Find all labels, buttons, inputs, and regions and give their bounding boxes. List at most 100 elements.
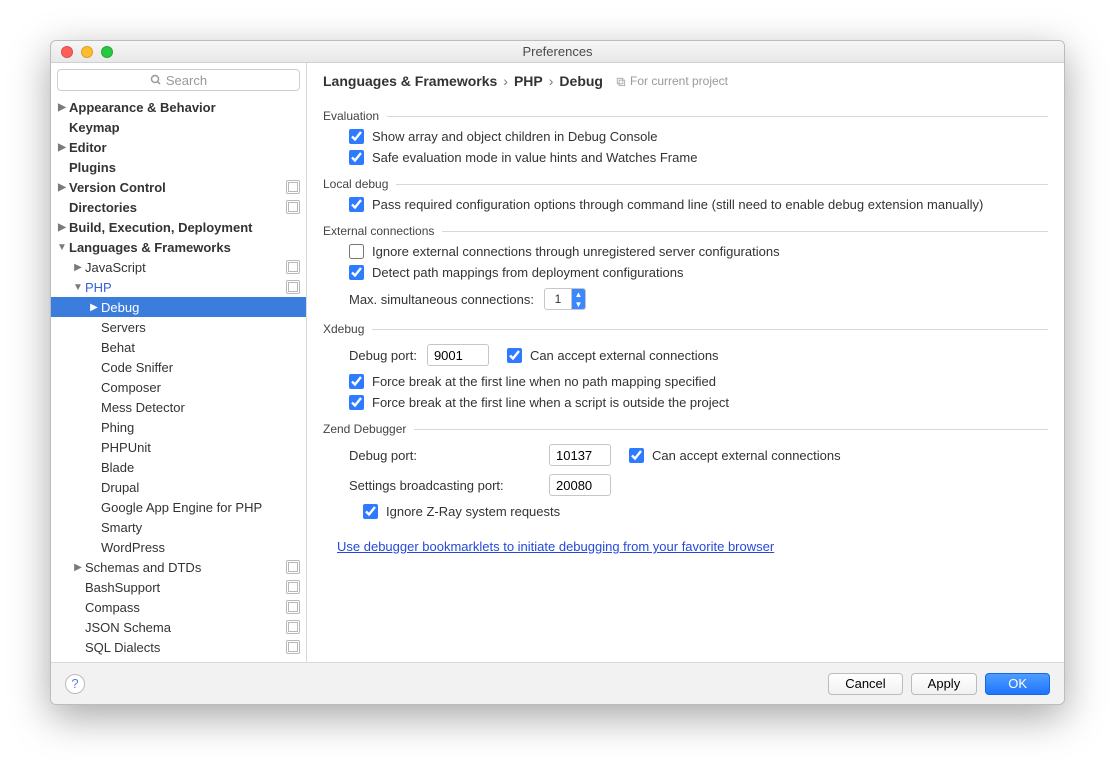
section-localdebug-title: Local debug	[323, 177, 388, 191]
tree-item-label: Build, Execution, Deployment	[69, 220, 252, 235]
tree-item-label: Directories	[69, 200, 137, 215]
zend-port-input[interactable]	[549, 444, 611, 466]
disclosure-icon: ▶	[57, 142, 67, 153]
cancel-button[interactable]: Cancel	[828, 673, 902, 695]
tree-item-label: Compass	[85, 600, 140, 615]
tree-item-label: PHPUnit	[101, 440, 151, 455]
tree-item-keymap[interactable]: Keymap	[51, 117, 306, 137]
tree-item-label: Google App Engine for PHP	[101, 500, 262, 515]
ok-button[interactable]: OK	[985, 673, 1050, 695]
tree-item-behat[interactable]: Behat	[51, 337, 306, 357]
tree-item-label: Debug	[101, 300, 139, 315]
bookmarklets-link[interactable]: Use debugger bookmarklets to initiate de…	[337, 539, 774, 554]
external-ignore-unregistered-checkbox[interactable]	[349, 244, 364, 259]
tree-item-phing[interactable]: Phing	[51, 417, 306, 437]
tree-item-schemas-and-dtds[interactable]: ▶Schemas and DTDs	[51, 557, 306, 577]
section-zend-title: Zend Debugger	[323, 422, 406, 436]
zend-broadcast-port-input[interactable]	[549, 474, 611, 496]
breadcrumb: Languages & Frameworks › PHP › Debug For…	[307, 63, 1064, 97]
tree-item-label: Code Sniffer	[101, 360, 173, 375]
tree-item-php[interactable]: ▼PHP	[51, 277, 306, 297]
settings-tree[interactable]: ▶Appearance & BehaviorKeymap▶EditorPlugi…	[51, 95, 306, 662]
search-icon	[150, 74, 162, 86]
tree-item-label: Plugins	[69, 160, 116, 175]
tree-item-label: Version Control	[69, 180, 166, 195]
tree-item-label: Drupal	[101, 480, 139, 495]
xdebug-port-input[interactable]	[427, 344, 489, 366]
tree-item-label: Languages & Frameworks	[69, 240, 231, 255]
tree-item-servers[interactable]: Servers	[51, 317, 306, 337]
tree-item-label: Appearance & Behavior	[69, 100, 216, 115]
sidebar: Search ▶Appearance & BehaviorKeymap▶Edit…	[51, 63, 307, 662]
disclosure-icon: ▶	[73, 562, 83, 573]
eval-show-children-checkbox[interactable]	[349, 129, 364, 144]
local-pass-config-checkbox[interactable]	[349, 197, 364, 212]
eval-safe-mode-checkbox[interactable]	[349, 150, 364, 165]
footer: ? Cancel Apply OK	[51, 662, 1064, 704]
disclosure-icon: ▶	[57, 102, 67, 113]
project-scope-icon	[286, 640, 300, 654]
xdebug-break-nopath-checkbox[interactable]	[349, 374, 364, 389]
max-connections-spinner[interactable]: 1 ▲▼	[544, 288, 586, 310]
tree-item-label: Smarty	[101, 520, 142, 535]
xdebug-break-outside-checkbox[interactable]	[349, 395, 364, 410]
tree-item-label: WordPress	[101, 540, 165, 555]
zend-ignore-zray-checkbox[interactable]	[363, 504, 378, 519]
titlebar: Preferences	[51, 41, 1064, 63]
help-button[interactable]: ?	[65, 674, 85, 694]
copy-icon	[615, 76, 626, 87]
disclosure-icon: ▼	[57, 242, 67, 253]
project-scope-icon	[286, 580, 300, 594]
main-panel: Languages & Frameworks › PHP › Debug For…	[307, 63, 1064, 662]
disclosure-icon: ▶	[89, 302, 99, 313]
project-scope-icon	[286, 620, 300, 634]
tree-item-languages-frameworks[interactable]: ▼Languages & Frameworks	[51, 237, 306, 257]
tree-item-label: Composer	[101, 380, 161, 395]
tree-item-appearance-behavior[interactable]: ▶Appearance & Behavior	[51, 97, 306, 117]
tree-item-mess-detector[interactable]: Mess Detector	[51, 397, 306, 417]
tree-item-label: Mess Detector	[101, 400, 185, 415]
spinner-down-icon[interactable]: ▼	[572, 299, 585, 309]
tree-item-drupal[interactable]: Drupal	[51, 477, 306, 497]
tree-item-label: JavaScript	[85, 260, 146, 275]
project-scope-icon	[286, 180, 300, 194]
tree-item-label: Keymap	[69, 120, 120, 135]
tree-item-label: Editor	[69, 140, 107, 155]
project-scope-icon	[286, 280, 300, 294]
tree-item-bashsupport[interactable]: BashSupport	[51, 577, 306, 597]
search-input[interactable]: Search	[57, 69, 300, 91]
tree-item-compass[interactable]: Compass	[51, 597, 306, 617]
tree-item-plugins[interactable]: Plugins	[51, 157, 306, 177]
xdebug-accept-external-checkbox[interactable]	[507, 348, 522, 363]
tree-item-editor[interactable]: ▶Editor	[51, 137, 306, 157]
tree-item-label: BashSupport	[85, 580, 160, 595]
tree-item-label: SQL Dialects	[85, 640, 160, 655]
tree-item-phpunit[interactable]: PHPUnit	[51, 437, 306, 457]
disclosure-icon: ▶	[57, 182, 67, 193]
tree-item-code-sniffer[interactable]: Code Sniffer	[51, 357, 306, 377]
tree-item-label: Schemas and DTDs	[85, 560, 201, 575]
tree-item-debug[interactable]: ▶Debug	[51, 297, 306, 317]
apply-button[interactable]: Apply	[911, 673, 978, 695]
project-scope-icon	[286, 200, 300, 214]
zend-accept-external-checkbox[interactable]	[629, 448, 644, 463]
tree-item-version-control[interactable]: ▶Version Control	[51, 177, 306, 197]
tree-item-label: Behat	[101, 340, 135, 355]
tree-item-google-app-engine-for-php[interactable]: Google App Engine for PHP	[51, 497, 306, 517]
tree-item-composer[interactable]: Composer	[51, 377, 306, 397]
project-scope-hint: For current project	[615, 74, 728, 88]
tree-item-smarty[interactable]: Smarty	[51, 517, 306, 537]
project-scope-icon	[286, 600, 300, 614]
tree-item-sql-dialects[interactable]: SQL Dialects	[51, 637, 306, 657]
tree-item-javascript[interactable]: ▶JavaScript	[51, 257, 306, 277]
spinner-up-icon[interactable]: ▲	[572, 289, 585, 299]
disclosure-icon: ▼	[73, 282, 83, 293]
external-detect-mappings-checkbox[interactable]	[349, 265, 364, 280]
tree-item-blade[interactable]: Blade	[51, 457, 306, 477]
tree-item-directories[interactable]: Directories	[51, 197, 306, 217]
section-external-title: External connections	[323, 224, 434, 238]
tree-item-build-execution-deployment[interactable]: ▶Build, Execution, Deployment	[51, 217, 306, 237]
window-title: Preferences	[51, 44, 1064, 59]
tree-item-json-schema[interactable]: JSON Schema	[51, 617, 306, 637]
tree-item-wordpress[interactable]: WordPress	[51, 537, 306, 557]
